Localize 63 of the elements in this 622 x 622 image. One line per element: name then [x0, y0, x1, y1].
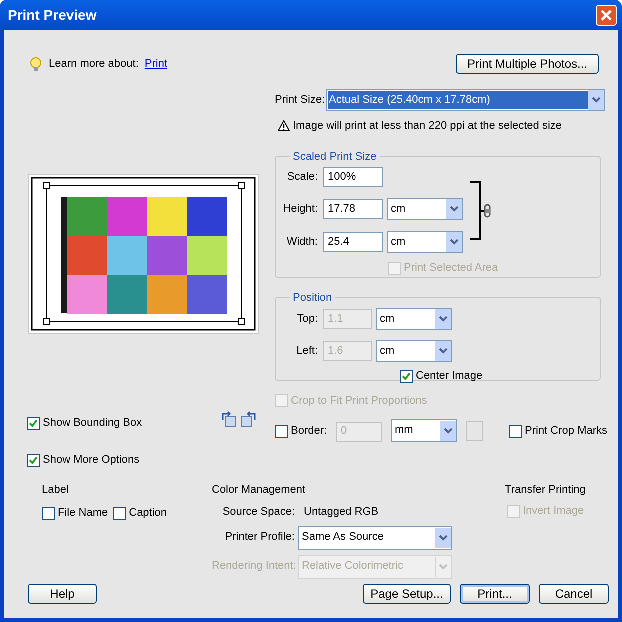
checkbox[interactable] — [509, 425, 522, 438]
dropdown[interactable]: mm — [391, 419, 457, 442]
window-title: Print Preview — [8, 6, 97, 24]
chevron-down-icon — [444, 426, 452, 434]
hint-text: Learn more about: — [49, 56, 139, 72]
field-label: Scale: — [286, 170, 319, 185]
link-bracket-icon[interactable] — [470, 181, 492, 241]
dropdown[interactable]: Same As Source — [298, 526, 452, 550]
field-label: Top: — [296, 312, 319, 327]
checkbox-label[interactable]: Border: — [291, 423, 328, 440]
close-button[interactable] — [596, 4, 617, 26]
checkbox-label[interactable]: Caption — [129, 505, 168, 522]
input-field[interactable]: 100% — [323, 167, 383, 187]
dialog-button[interactable]: Cancel — [539, 584, 609, 604]
checkbox-label[interactable]: Show More Options — [43, 452, 140, 468]
checkbox[interactable] — [275, 425, 288, 438]
field-label: Rendering Intent: — [212, 559, 295, 574]
chevron-down-icon — [450, 205, 458, 213]
checkbox[interactable] — [400, 370, 413, 383]
field-label: Left: — [296, 344, 319, 359]
lightbulb-icon — [28, 56, 44, 72]
checkbox-label[interactable]: File Name — [58, 505, 108, 522]
dropdown[interactable]: Actual Size (25.40cm x 17.78cm) — [326, 89, 605, 111]
close-icon — [600, 8, 613, 22]
checkbox[interactable] — [27, 416, 40, 430]
checkbox-label[interactable]: Show Bounding Box — [43, 415, 142, 432]
print-multiple-photos-button[interactable]: Print Multiple Photos... — [456, 54, 599, 74]
rotate-left-icon[interactable] — [221, 411, 238, 428]
section-title: Transfer Printing — [505, 482, 586, 498]
input-field[interactable]: 17.78 — [323, 199, 383, 219]
dialog-button[interactable]: Help — [28, 584, 97, 604]
section-title: Label — [42, 482, 70, 498]
field-value: Untagged RGB — [303, 505, 380, 520]
checkbox[interactable] — [113, 506, 126, 520]
chevron-down-icon — [438, 315, 448, 323]
checkbox-label[interactable]: Print Crop Marks — [525, 423, 608, 440]
help-link[interactable]: Print — [144, 56, 168, 72]
checkbox[interactable] — [27, 454, 40, 467]
field-label: Printer Profile: — [224, 530, 295, 546]
field-label: Source Space: — [222, 505, 295, 520]
chevron-down-icon — [438, 534, 448, 542]
field-label: Print Size: — [275, 92, 326, 108]
dropdown[interactable]: cm — [387, 231, 463, 253]
dropdown[interactable]: cm — [387, 198, 463, 220]
warning-icon — [278, 120, 290, 132]
warning-text: Image will print at less than 220 ppi at the selected size — [293, 119, 562, 134]
color-swatch[interactable] — [466, 421, 483, 441]
group-title: Position — [292, 290, 334, 306]
chevron-down-icon — [450, 238, 458, 246]
checkbox[interactable] — [42, 506, 55, 520]
input-field[interactable]: 25.4 — [323, 232, 383, 252]
group-title: Scaled Print Size — [292, 150, 378, 164]
chevron-down-icon — [438, 347, 448, 355]
chevron-down-icon — [592, 96, 600, 104]
rotate-right-icon[interactable] — [240, 411, 257, 428]
field-label: Width: — [286, 234, 319, 250]
section-title: Color Management — [212, 482, 307, 498]
dialog-button[interactable]: Page Setup... — [363, 584, 451, 604]
checkbox-label[interactable]: Center Image — [416, 368, 483, 384]
chevron-down-icon — [439, 562, 448, 570]
field-label: Height: — [282, 202, 319, 217]
dialog-button[interactable]: Print... — [460, 584, 530, 604]
bounding-box[interactable] — [44, 182, 246, 326]
